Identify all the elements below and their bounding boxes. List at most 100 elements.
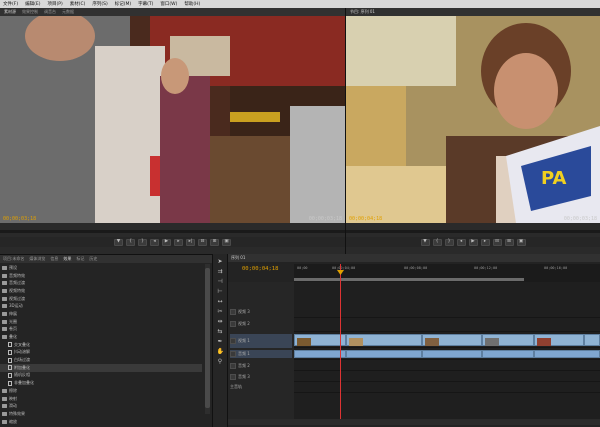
- eye-icon[interactable]: [230, 321, 236, 327]
- audio-clip[interactable]: [482, 350, 534, 358]
- effects-tree-item[interactable]: 视频过渡: [0, 295, 202, 303]
- video-clip[interactable]: [534, 334, 584, 346]
- tab-history[interactable]: 历史: [89, 256, 97, 262]
- slide-tool-icon[interactable]: ⇆: [217, 328, 224, 335]
- program-export-frame-icon[interactable]: ▣: [516, 238, 526, 246]
- mark-in-button[interactable]: ▼: [114, 238, 123, 246]
- rolling-edit-tool-icon[interactable]: ⊢: [217, 288, 224, 295]
- go-to-out-button[interactable]: ▸|: [186, 238, 195, 246]
- effects-tree-item[interactable]: 伸展: [0, 310, 202, 318]
- track-header-audio-1[interactable]: 音频 1: [230, 350, 292, 358]
- eye-icon[interactable]: [230, 338, 236, 344]
- effects-tree-item[interactable]: 3D运动: [0, 302, 202, 310]
- effects-tree-item[interactable]: 特殊效果: [0, 410, 202, 418]
- track-header-video-3[interactable]: 视频 3: [230, 308, 292, 316]
- effects-tree-item[interactable]: 缩放: [0, 418, 202, 426]
- tab-audio-mixer[interactable]: 调音台: [44, 9, 56, 15]
- selection-tool-icon[interactable]: ➤: [217, 258, 224, 265]
- video-clip[interactable]: [482, 334, 534, 346]
- effects-tree-item[interactable]: 抖动溶解: [0, 349, 202, 357]
- go-to-in-button[interactable]: }: [138, 238, 147, 246]
- tab-info[interactable]: 信息: [50, 256, 58, 262]
- track-header-master[interactable]: 主音轨: [230, 383, 292, 391]
- menu-window[interactable]: 窗口(W): [160, 1, 177, 7]
- effects-tree-item[interactable]: 附加叠化: [0, 363, 202, 372]
- effects-tree-item[interactable]: 非叠加叠化: [0, 379, 202, 387]
- effects-tree-item[interactable]: 卷页: [0, 326, 202, 334]
- step-back-icon[interactable]: ◂: [150, 238, 159, 246]
- tab-program[interactable]: 节目: 序列 01: [350, 9, 375, 15]
- tab-sequence[interactable]: 序列 01: [231, 255, 245, 261]
- effects-tree-item[interactable]: 白场过渡: [0, 356, 202, 364]
- track-header-audio-2[interactable]: 音频 2: [230, 362, 292, 370]
- mark-out-button[interactable]: {: [126, 238, 135, 246]
- speaker-icon[interactable]: [230, 351, 236, 357]
- source-video-frame[interactable]: [0, 16, 345, 223]
- tab-media-browser[interactable]: 媒体浏览: [29, 256, 45, 262]
- menu-file[interactable]: 文件(F): [3, 1, 18, 7]
- tab-source[interactable]: 素材源: [4, 9, 16, 15]
- effects-tree-item[interactable]: 视频特效: [0, 287, 202, 295]
- video-clip[interactable]: [294, 334, 346, 346]
- timeline-timecode[interactable]: 00;00;04;18: [242, 266, 278, 272]
- source-scrub-bar[interactable]: [0, 230, 345, 233]
- tab-effects[interactable]: 效果: [63, 256, 71, 262]
- effects-tree-item[interactable]: 滑动: [0, 402, 202, 410]
- effects-tree-item[interactable]: 音频过渡: [0, 279, 202, 287]
- eye-icon[interactable]: [230, 309, 236, 315]
- program-mark-in-button[interactable]: ▼: [420, 238, 430, 246]
- effects-tree-item[interactable]: 叠化: [0, 333, 202, 341]
- menu-title[interactable]: 字幕(T): [138, 1, 153, 7]
- pen-tool-icon[interactable]: ✒: [217, 338, 224, 345]
- ripple-edit-tool-icon[interactable]: ⊣: [217, 278, 224, 285]
- timeline-scrollbar[interactable]: [228, 419, 600, 425]
- effects-tree-item[interactable]: 交叉叠化: [0, 341, 202, 349]
- zoom-tool-icon[interactable]: ⚲: [217, 358, 224, 365]
- effects-tree-item[interactable]: 映射: [0, 395, 202, 403]
- speaker-icon[interactable]: [230, 374, 236, 380]
- export-frame-icon[interactable]: ▣: [222, 238, 231, 246]
- effects-tree-item[interactable]: 预设: [0, 264, 202, 272]
- program-step-forward-icon[interactable]: ▸: [480, 238, 490, 246]
- menu-clip[interactable]: 素材(C): [70, 1, 86, 7]
- track-header-audio-3[interactable]: 音频 3: [230, 373, 292, 381]
- effects-tree-item[interactable]: 光圈: [0, 318, 202, 326]
- tab-project[interactable]: 项目:未命名: [3, 256, 24, 262]
- audio-clip[interactable]: [534, 350, 600, 358]
- menu-project[interactable]: 项目(P): [47, 1, 62, 7]
- program-scrub-bar[interactable]: [346, 230, 600, 233]
- slip-tool-icon[interactable]: ⇹: [217, 318, 224, 325]
- effects-tree-item[interactable]: 音频特效: [0, 272, 202, 280]
- play-icon[interactable]: ▶: [162, 238, 171, 246]
- rate-stretch-tool-icon[interactable]: ↔: [217, 298, 224, 305]
- menu-edit[interactable]: 编辑(E): [25, 1, 40, 7]
- menu-sequence[interactable]: 序列(S): [92, 1, 107, 7]
- razor-tool-icon[interactable]: ✂: [217, 308, 224, 315]
- speaker-icon[interactable]: [230, 363, 236, 369]
- step-forward-icon[interactable]: ▸: [174, 238, 183, 246]
- menu-help[interactable]: 帮助(H): [184, 1, 200, 7]
- source-timecode-current[interactable]: 00;00;03;18: [3, 216, 36, 222]
- tab-metadata[interactable]: 元数据: [62, 9, 74, 15]
- track-select-tool-icon[interactable]: ⇉: [217, 268, 224, 275]
- video-clip[interactable]: [584, 334, 600, 346]
- effects-scroll-thumb[interactable]: [205, 268, 210, 408]
- audio-clip[interactable]: [422, 350, 482, 358]
- program-mark-out-button[interactable]: {: [432, 238, 442, 246]
- tab-effect-controls[interactable]: 效果控制: [22, 9, 38, 15]
- extract-button[interactable]: ⊞: [504, 238, 514, 246]
- track-header-video-2[interactable]: 视频 2: [230, 320, 292, 328]
- work-area-bar[interactable]: [294, 278, 524, 281]
- program-step-back-icon[interactable]: ◂: [456, 238, 466, 246]
- video-clip[interactable]: [346, 334, 422, 346]
- program-go-in-button[interactable]: }: [444, 238, 454, 246]
- track-header-video-1[interactable]: 视频 1: [230, 334, 292, 348]
- tab-markers[interactable]: 标记: [76, 256, 84, 262]
- effects-tree-item[interactable]: 随机反相: [0, 372, 202, 380]
- effects-tree-item[interactable]: 擦除: [0, 387, 202, 395]
- effects-scrollbar[interactable]: [205, 264, 210, 414]
- lift-button[interactable]: ⊟: [492, 238, 502, 246]
- video-clip[interactable]: [422, 334, 482, 346]
- program-timecode-current[interactable]: 00;00;04;18: [349, 216, 382, 222]
- playhead[interactable]: [340, 264, 341, 424]
